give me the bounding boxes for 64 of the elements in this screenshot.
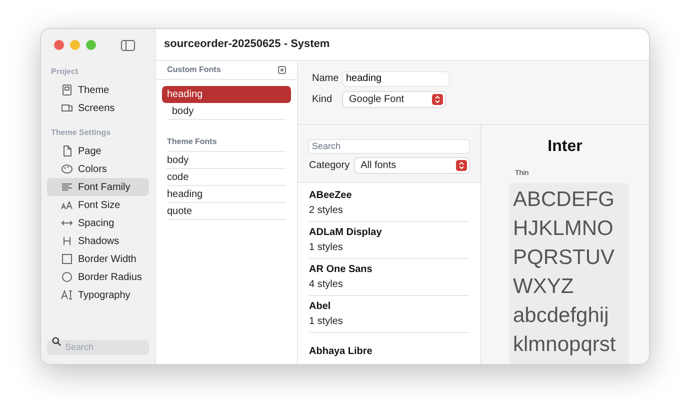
style-count: 4 styles [309,278,344,292]
typography-icon [61,289,73,301]
font-name: Abel [309,300,332,314]
search-icon [52,337,61,346]
stepper-icon [456,160,467,171]
font-name: Abhaya Libre [309,344,374,358]
field-label: Category [309,159,350,173]
kind-dropdown[interactable]: Google Font [343,92,445,107]
circle-icon [61,271,73,283]
sidebar-item[interactable]: Font Family [47,178,149,196]
sidebar-item[interactable]: Font Size [47,196,149,214]
sample-text: PQRSTUV [513,244,616,270]
zoom-window-icon[interactable] [86,40,96,50]
font-list-item[interactable]: heading [167,186,286,203]
search-field[interactable]: Search [309,140,469,153]
sample-text: WXYZ [513,274,575,300]
sidebar-item[interactable]: Border Width [47,250,149,268]
shadows-icon [61,235,73,247]
sidebar-item[interactable]: Typography [47,286,149,304]
close-window-icon[interactable] [54,40,64,50]
section-heading: Theme Settings [50,127,112,139]
font-list-item[interactable]: code [167,169,286,186]
name-field[interactable]: heading [343,72,449,86]
sample-text: ABCDEFG [513,186,616,212]
window-title: sourceorder-20250625 - System [164,37,330,52]
palette-icon [61,163,73,175]
style-count: 2 styles [309,204,344,218]
style-count: 1 styles [309,315,344,329]
document-icon [61,84,73,96]
font-name: AR One Sans [309,263,374,277]
sample-text: HJKLMNO [513,216,614,242]
section-heading: Custom Fonts [167,64,221,76]
sidebar-item[interactable]: Shadows [47,232,149,250]
sidebar-item[interactable]: Theme [47,81,149,99]
field-label: Name [312,72,338,86]
add-icon[interactable] [278,66,286,74]
page-icon [61,145,73,157]
font-name: ABeeZee [309,189,353,203]
section-heading: Theme Fonts [167,136,286,152]
device-icon [61,102,73,114]
sidebar-item[interactable]: Colors [47,160,149,178]
font-list-item[interactable]: heading [162,86,291,103]
category-dropdown[interactable]: All fonts [354,158,469,173]
font-size-icon [61,199,73,211]
font-list-item[interactable]: quote [167,203,286,220]
font-name-heading: Inter [548,137,582,157]
sidebar-item[interactable]: Screens [47,99,149,117]
text-lines-icon [61,181,73,193]
minimize-window-icon[interactable] [70,40,80,50]
sample-text: klmnopqrst [513,332,617,358]
font-list-item[interactable]: body [167,152,286,169]
stepper-icon [432,94,443,105]
sidebar-item[interactable]: Page [47,142,149,160]
search-field[interactable]: Search [47,340,149,354]
sidebar-item[interactable]: Spacing [47,214,149,232]
sidebar-toggle-icon[interactable] [121,40,135,50]
section-heading: Project [50,66,80,78]
font-list-item[interactable]: body [167,103,286,120]
font-name: ADLaM Display [309,226,383,240]
field-label: Kind [312,93,334,107]
sidebar-item[interactable]: Border Radius [47,268,149,286]
sample-text: abcdefghij [513,302,610,328]
square-icon [61,253,73,265]
style-count: 1 styles [309,241,344,255]
